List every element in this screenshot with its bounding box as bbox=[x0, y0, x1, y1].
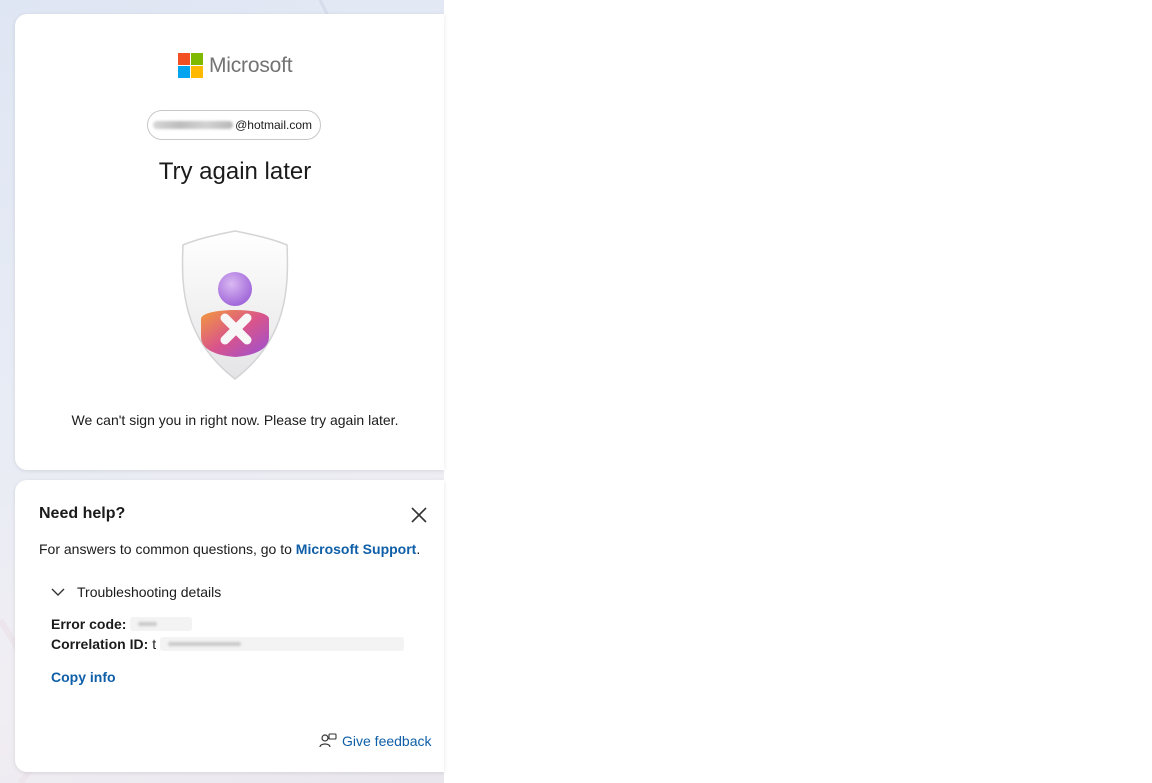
correlation-id-label: Correlation ID: bbox=[51, 636, 149, 652]
copy-info-link[interactable]: Copy info bbox=[51, 669, 116, 685]
microsoft-logo: Microsoft bbox=[178, 53, 293, 78]
feedback-icon bbox=[319, 733, 337, 748]
help-title: Need help? bbox=[39, 505, 126, 522]
error-code-row: Error code: bbox=[51, 616, 193, 632]
blocked-user-shield-icon bbox=[181, 230, 289, 380]
troubleshooting-label: Troubleshooting details bbox=[77, 584, 222, 600]
help-text-suffix: . bbox=[416, 541, 421, 557]
redacted-email-username bbox=[153, 121, 234, 129]
status-message: We can't sign you in right now. Please t… bbox=[71, 412, 399, 428]
correlation-id-row: Correlation ID: t bbox=[51, 636, 405, 652]
microsoft-wordmark: Microsoft bbox=[209, 53, 293, 77]
help-card: Need help? For answers to common questio… bbox=[15, 480, 444, 772]
help-text-prefix: For answers to common questions, go to bbox=[39, 541, 296, 557]
redacted-correlation-id bbox=[160, 637, 405, 651]
help-description: For answers to common questions, go to M… bbox=[39, 541, 420, 557]
correlation-id-visible-char: t bbox=[152, 636, 157, 652]
give-feedback-label: Give feedback bbox=[342, 733, 432, 749]
error-code-label: Error code: bbox=[51, 616, 127, 632]
account-email-suffix: @hotmail.com bbox=[235, 118, 312, 132]
microsoft-support-link[interactable]: Microsoft Support bbox=[296, 541, 417, 557]
redacted-error-code bbox=[130, 617, 193, 631]
account-identity-pill[interactable]: @hotmail.com bbox=[147, 110, 321, 140]
sign-in-card: Microsoft @hotmail.com Try again later W… bbox=[15, 14, 444, 470]
close-icon[interactable] bbox=[408, 504, 430, 526]
page-title: Try again later bbox=[158, 158, 312, 185]
chevron-down-icon bbox=[51, 588, 65, 596]
microsoft-logo-icon bbox=[178, 53, 203, 78]
give-feedback-link[interactable]: Give feedback bbox=[319, 732, 432, 750]
troubleshooting-details-toggle[interactable]: Troubleshooting details bbox=[51, 584, 221, 600]
